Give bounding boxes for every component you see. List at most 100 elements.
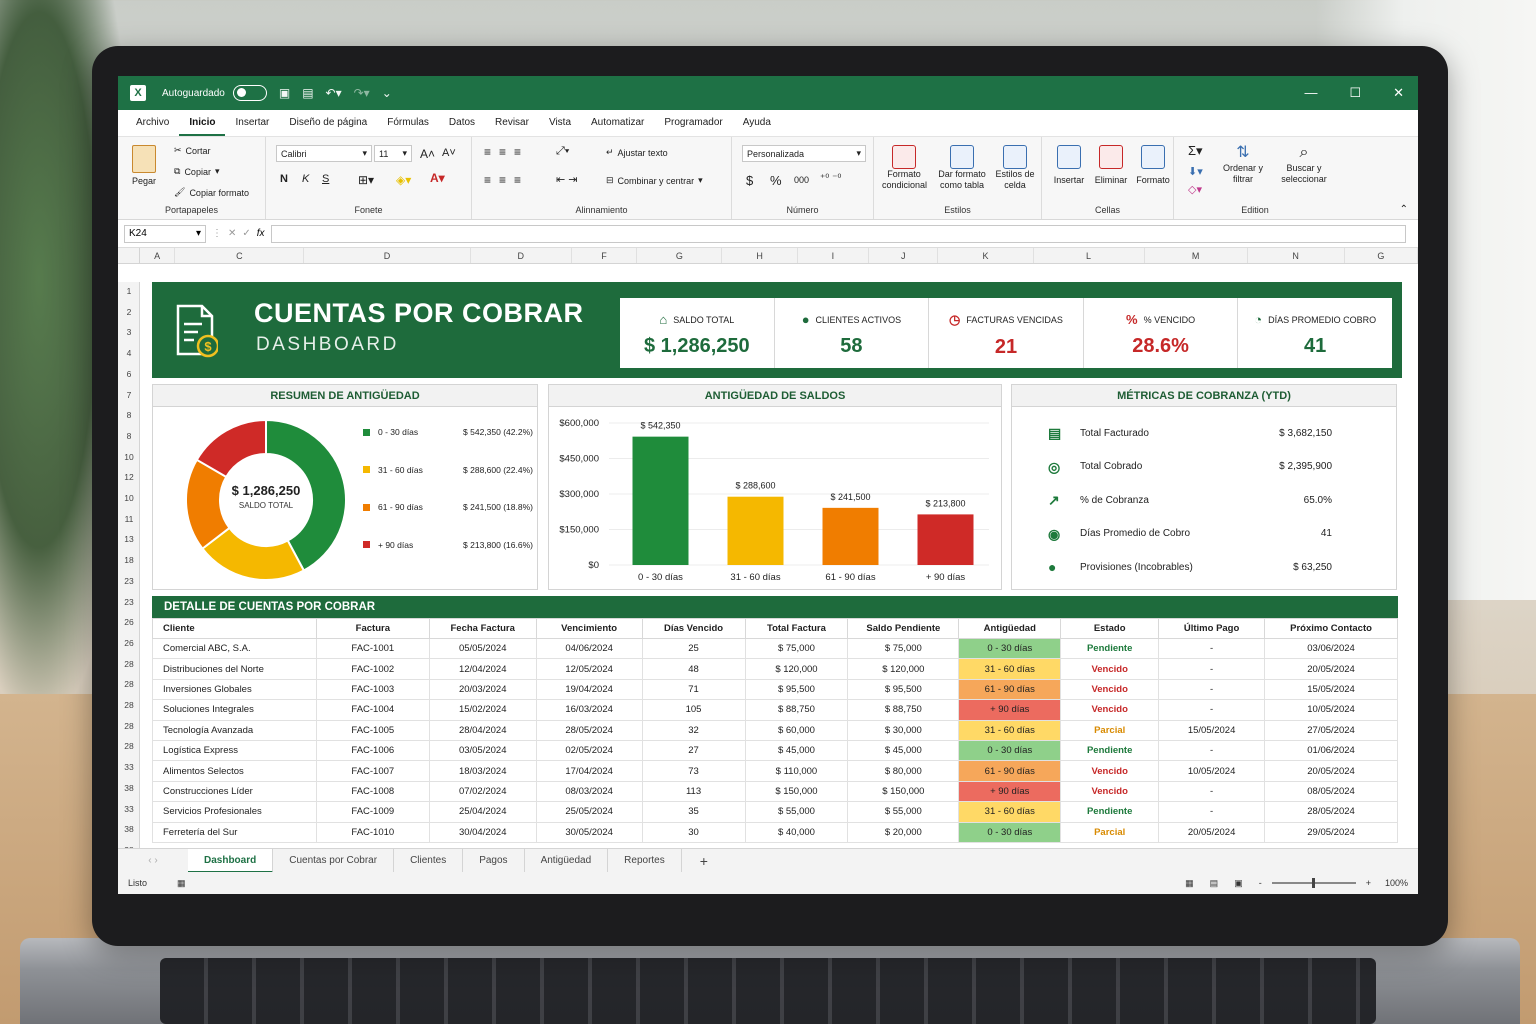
table-cell[interactable]: 105 [641,699,746,721]
column-header[interactable]: K [938,248,1034,263]
table-cell[interactable]: Comercial ABC, S.A. [152,637,317,660]
column-header-cell[interactable]: Último Pago [1158,618,1266,639]
column-header[interactable]: C [175,248,305,263]
row-header[interactable]: 2 [118,307,140,317]
table-cell[interactable]: $ 80,000 [847,760,960,782]
menu-tab[interactable]: Archivo [126,110,179,136]
table-cell[interactable]: 30/05/2024 [535,821,643,843]
sheet-tab[interactable]: Cuentas por Cobrar [273,848,395,873]
menu-tab[interactable]: Vista [539,110,581,136]
table-cell[interactable]: $ 60,000 [744,719,849,741]
close-icon[interactable]: ✕ [1393,85,1404,101]
insert-function-button[interactable]: fx [257,228,265,239]
borders-icon[interactable]: ⊞▾ [358,173,374,187]
table-cell[interactable]: 16/03/2024 [535,699,643,721]
row-header[interactable]: 6 [118,369,140,379]
table-cell[interactable]: + 90 días [958,780,1062,803]
table-cell[interactable]: - [1158,678,1266,701]
table-cell[interactable]: - [1158,739,1266,762]
table-cell[interactable]: 12/05/2024 [535,658,643,680]
column-header[interactable]: J [869,248,939,263]
table-cell[interactable]: - [1158,780,1266,803]
table-cell[interactable]: 05/05/2024 [428,637,537,660]
table-cell[interactable]: Pendiente [1060,801,1160,823]
table-cell[interactable]: Logística Express [152,739,317,762]
formula-input[interactable] [270,224,1406,243]
table-cell[interactable]: Servicios Profesionales [152,801,317,823]
column-header-cell[interactable]: Vencimiento [535,618,643,639]
table-cell[interactable]: FAC-1002 [315,658,430,680]
sheet-nav-arrows[interactable]: ‹ › [118,855,188,866]
table-cell[interactable]: 02/05/2024 [535,739,643,762]
table-cell[interactable]: 0 - 30 días [958,821,1062,843]
table-cell[interactable]: FAC-1010 [315,821,430,843]
fill-icon[interactable]: ⬇▾ [1188,165,1203,178]
thousands-button[interactable]: 000 [794,175,809,185]
table-cell[interactable]: $ 150,000 [744,780,849,803]
table-cell[interactable]: Alimentos Selectos [152,760,317,782]
table-cell[interactable]: 28/05/2024 [535,719,643,741]
table-cell[interactable]: Vencido [1060,699,1160,721]
menu-tab[interactable]: Inicio [179,110,226,136]
row-header[interactable]: 26 [118,617,140,627]
table-cell[interactable]: Pendiente [1060,637,1160,660]
table-cell[interactable]: $ 120,000 [847,658,960,680]
bold-button[interactable]: N [280,173,288,185]
table-cell[interactable]: FAC-1001 [315,637,430,660]
table-cell[interactable]: $ 30,000 [847,719,960,741]
row-header[interactable]: 7 [118,390,140,400]
column-header[interactable]: F [572,248,638,263]
accessibility-icon[interactable]: ▦ [177,878,186,889]
zoom-level[interactable]: 100% [1385,878,1408,888]
table-cell[interactable]: FAC-1005 [315,719,430,741]
column-header[interactable]: G [637,248,723,263]
save-icon[interactable]: ▣ [279,86,290,100]
table-cell[interactable]: 61 - 90 días [958,760,1062,782]
table-cell[interactable]: Vencido [1060,678,1160,701]
row-header[interactable]: 28 [118,700,140,710]
column-header[interactable]: H [722,248,798,263]
table-cell[interactable]: Soluciones Integrales [152,699,317,721]
menu-tab[interactable]: Datos [439,110,485,136]
maximize-icon[interactable]: ☐ [1349,85,1361,101]
zoom-out-button[interactable]: - [1259,878,1262,888]
table-cell[interactable]: Vencido [1060,760,1160,782]
menu-tab[interactable]: Insertar [225,110,279,136]
indent-icons[interactable]: ⇤ ⇥ [556,173,578,186]
wrap-text-button[interactable]: ↵ Ajustar texto [606,147,668,158]
row-header[interactable]: 28 [118,741,140,751]
table-cell[interactable]: - [1158,801,1266,823]
table-cell[interactable]: FAC-1003 [315,678,430,701]
row-header[interactable]: 11 [118,514,140,524]
autosum-icon[interactable]: Σ▾ [1188,143,1203,159]
row-header[interactable]: 23 [118,576,140,586]
table-cell[interactable]: 18/03/2024 [428,760,537,782]
column-header-cell[interactable]: Fecha Factura [428,618,537,639]
table-cell[interactable]: 10/05/2024 [1158,760,1266,782]
table-cell[interactable]: - [1158,658,1266,680]
table-cell[interactable]: 31 - 60 días [958,658,1062,680]
table-cell[interactable]: 73 [641,760,746,782]
table-cell[interactable]: FAC-1009 [315,801,430,823]
table-cell[interactable]: 29/05/2024 [1264,821,1398,843]
horizontal-align-icons[interactable]: ≡≡≡ [484,173,529,187]
table-cell[interactable]: 35 [641,801,746,823]
table-cell[interactable]: $ 20,000 [847,821,960,843]
table-cell[interactable]: FAC-1006 [315,739,430,762]
font-color-icon[interactable]: A▾ [430,171,445,185]
sheet-tab[interactable]: Pagos [463,848,525,873]
column-header[interactable]: L [1034,248,1145,263]
conditional-format-button[interactable]: Formato condicional [882,145,927,192]
decimals-icons[interactable]: ⁺⁰ ⁻⁰ [820,173,841,184]
decrease-font-icon[interactable]: A˅ [442,147,456,159]
copy-button[interactable]: ⧉ Copiar ▾ [174,166,219,177]
table-cell[interactable]: FAC-1004 [315,699,430,721]
table-cell[interactable]: $ 88,750 [744,699,849,721]
font-size-select[interactable]: 11 ▾ [374,145,412,162]
sheet-tab[interactable]: Reportes [608,848,682,873]
column-header[interactable]: A [140,248,176,263]
row-header[interactable]: 28 [118,659,140,669]
sheet-tab[interactable]: Clientes [394,848,464,873]
table-cell[interactable]: Pendiente [1060,739,1160,762]
name-box[interactable]: K24 ▾ [124,224,206,243]
